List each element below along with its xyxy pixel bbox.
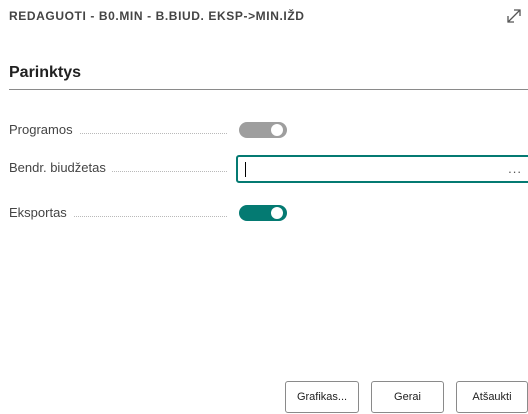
field-eksportas: Eksportas (9, 200, 528, 226)
dialog: REDAGUOTI - B0.MIN - B.BIUD. EKSP->MIN.I… (0, 0, 528, 414)
programos-toggle[interactable] (239, 122, 287, 138)
bendr-biudzetas-label: Bendr. biudžetas (9, 160, 112, 175)
eksportas-toggle[interactable] (239, 205, 287, 221)
dialog-title: REDAGUOTI - B0.MIN - B.BIUD. EKSP->MIN.I… (9, 9, 305, 23)
bendr-biudzetas-input[interactable]: ... (236, 155, 528, 183)
grafikas-button[interactable]: Grafikas... (285, 381, 359, 413)
field-bendr-biudzetas: Bendr. biudžetas ... (9, 155, 528, 183)
ok-button[interactable]: Gerai (371, 381, 444, 413)
toggle-knob (271, 124, 283, 136)
text-caret (245, 162, 246, 177)
cancel-button[interactable]: Atšaukti (456, 381, 528, 413)
field-programos: Programos (9, 117, 528, 143)
section-divider (9, 89, 528, 90)
section-title: Parinktys (9, 64, 82, 81)
lookup-ellipsis-button[interactable]: ... (508, 161, 522, 176)
expand-icon[interactable] (504, 6, 524, 26)
eksportas-label: Eksportas (9, 205, 73, 220)
programos-label: Programos (9, 122, 79, 137)
toggle-knob (271, 207, 283, 219)
